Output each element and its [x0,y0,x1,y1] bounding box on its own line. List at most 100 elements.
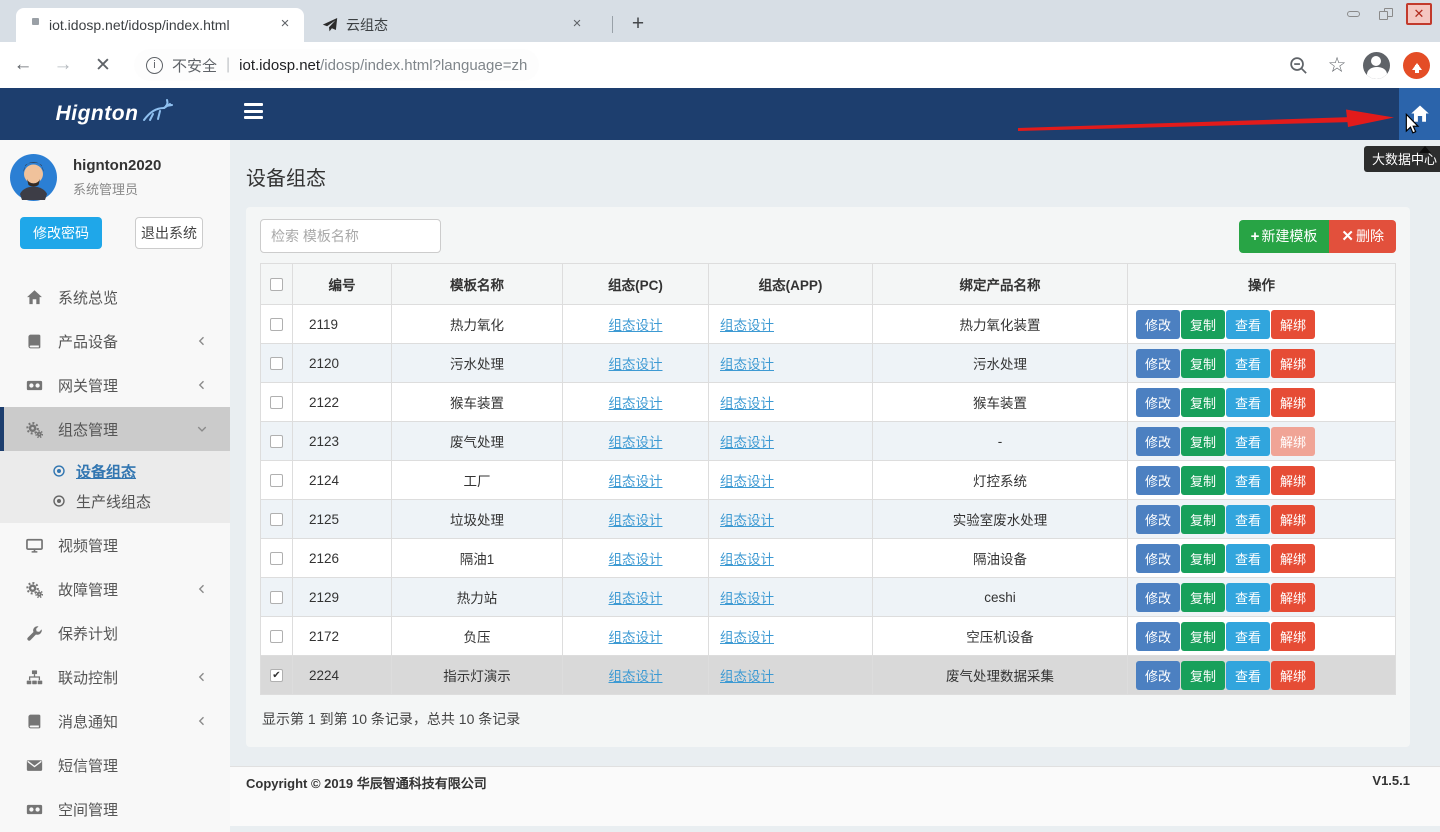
tab-close-icon[interactable]: × [568,16,586,34]
row-checkbox[interactable] [270,630,283,643]
unbind-button[interactable]: 解绑 [1271,505,1315,534]
app-design-link[interactable]: 组态设计 [720,630,774,645]
modify-button[interactable]: 修改 [1136,310,1180,339]
search-input[interactable] [260,219,441,253]
sidebar-item-product-device[interactable]: 产品设备 [0,319,230,363]
select-all-checkbox[interactable] [270,278,283,291]
sidebar-item-video-mgmt[interactable]: 视频管理 [0,523,230,567]
modify-button[interactable]: 修改 [1136,349,1180,378]
row-checkbox[interactable] [270,513,283,526]
hamburger-icon[interactable] [244,103,266,123]
new-tab-button[interactable]: + [624,10,652,38]
unbind-button[interactable]: 解绑 [1271,388,1315,417]
minimize-button[interactable] [1340,3,1366,25]
row-checkbox[interactable] [270,474,283,487]
sidebar-item-space-mgmt[interactable]: 空间管理 [0,787,230,831]
copy-button[interactable]: 复制 [1181,622,1225,651]
row-checkbox[interactable] [270,396,283,409]
delete-button[interactable]: ✕删除 [1329,220,1396,253]
change-password-button[interactable]: 修改密码 [20,217,102,249]
copy-button[interactable]: 复制 [1181,466,1225,495]
app-design-link[interactable]: 组态设计 [720,474,774,489]
modify-button[interactable]: 修改 [1136,583,1180,612]
sidebar-item-maintenance-plan[interactable]: 保养计划 [0,611,230,655]
pc-design-link[interactable]: 组态设计 [609,552,663,567]
stop-button[interactable]: ✕ [86,48,120,82]
view-button[interactable]: 查看 [1226,505,1270,534]
app-design-link[interactable]: 组态设计 [720,669,774,684]
row-checkbox[interactable] [270,435,283,448]
view-button[interactable]: 查看 [1226,349,1270,378]
bookmark-star-icon[interactable]: ☆ [1324,52,1350,78]
sidebar-item-sms-mgmt[interactable]: 短信管理 [0,743,230,787]
modify-button[interactable]: 修改 [1136,661,1180,690]
modify-button[interactable]: 修改 [1136,505,1180,534]
browser-tab-active[interactable]: iot.idosp.net/idosp/index.html × [16,8,304,42]
restore-button[interactable] [1373,3,1399,25]
copy-button[interactable]: 复制 [1181,427,1225,456]
unbind-button[interactable]: 解绑 [1271,349,1315,378]
modify-button[interactable]: 修改 [1136,544,1180,573]
pc-design-link[interactable]: 组态设计 [609,669,663,684]
unbind-button[interactable]: 解绑 [1271,427,1315,456]
sidebar-item-system-overview[interactable]: 系统总览 [0,275,230,319]
view-button[interactable]: 查看 [1226,544,1270,573]
forward-button[interactable]: → [46,48,80,82]
info-icon[interactable]: i [146,57,163,74]
copy-button[interactable]: 复制 [1181,583,1225,612]
sidebar-item-linkage-control[interactable]: 联动控制 [0,655,230,699]
sidebar-item-scada-mgmt[interactable]: 组态管理 [0,407,230,451]
sidebar-item-fault-mgmt[interactable]: 故障管理 [0,567,230,611]
view-button[interactable]: 查看 [1226,310,1270,339]
copy-button[interactable]: 复制 [1181,349,1225,378]
row-checkbox[interactable]: ✔ [270,669,283,682]
close-button[interactable]: ✕ [1406,3,1432,25]
app-design-link[interactable]: 组态设计 [720,591,774,606]
unbind-button[interactable]: 解绑 [1271,310,1315,339]
pc-design-link[interactable]: 组态设计 [609,396,663,411]
pc-design-link[interactable]: 组态设计 [609,318,663,333]
tab-close-icon[interactable]: × [276,16,294,34]
unbind-button[interactable]: 解绑 [1271,466,1315,495]
copy-button[interactable]: 复制 [1181,661,1225,690]
modify-button[interactable]: 修改 [1136,427,1180,456]
unbind-button[interactable]: 解绑 [1271,583,1315,612]
modify-button[interactable]: 修改 [1136,388,1180,417]
unbind-button[interactable]: 解绑 [1271,661,1315,690]
sidebar-item-message-notify[interactable]: 消息通知 [0,699,230,743]
browser-tab-inactive[interactable]: 云组态 × [308,8,596,42]
unbind-button[interactable]: 解绑 [1271,622,1315,651]
copy-button[interactable]: 复制 [1181,310,1225,339]
address-bar[interactable]: i 不安全 | iot.idosp.net /idosp/index.html?… [134,49,539,81]
view-button[interactable]: 查看 [1226,388,1270,417]
app-design-link[interactable]: 组态设计 [720,318,774,333]
view-button[interactable]: 查看 [1226,427,1270,456]
pc-design-link[interactable]: 组态设计 [609,435,663,450]
row-checkbox[interactable] [270,318,283,331]
sidebar-subitem-device-scada[interactable]: 设备组态 [0,456,230,486]
row-checkbox[interactable] [270,357,283,370]
app-design-link[interactable]: 组态设计 [720,435,774,450]
modify-button[interactable]: 修改 [1136,622,1180,651]
app-design-link[interactable]: 组态设计 [720,513,774,528]
copy-button[interactable]: 复制 [1181,544,1225,573]
view-button[interactable]: 查看 [1226,466,1270,495]
copy-button[interactable]: 复制 [1181,505,1225,534]
row-checkbox[interactable] [270,591,283,604]
view-button[interactable]: 查看 [1226,661,1270,690]
unbind-button[interactable]: 解绑 [1271,544,1315,573]
back-button[interactable]: ← [6,48,40,82]
pc-design-link[interactable]: 组态设计 [609,474,663,489]
pc-design-link[interactable]: 组态设计 [609,513,663,528]
sidebar-item-gateway-mgmt[interactable]: 网关管理 [0,363,230,407]
app-design-link[interactable]: 组态设计 [720,396,774,411]
logout-button[interactable]: 退出系统 [135,217,203,249]
pc-design-link[interactable]: 组态设计 [609,591,663,606]
pc-design-link[interactable]: 组态设计 [609,357,663,372]
app-design-link[interactable]: 组态设计 [720,552,774,567]
pc-design-link[interactable]: 组态设计 [609,630,663,645]
sidebar-subitem-line-scada[interactable]: 生产线组态 [0,486,230,516]
big-data-home-button[interactable] [1399,88,1440,140]
view-button[interactable]: 查看 [1226,622,1270,651]
new-template-button[interactable]: +新建模板 [1239,220,1330,253]
